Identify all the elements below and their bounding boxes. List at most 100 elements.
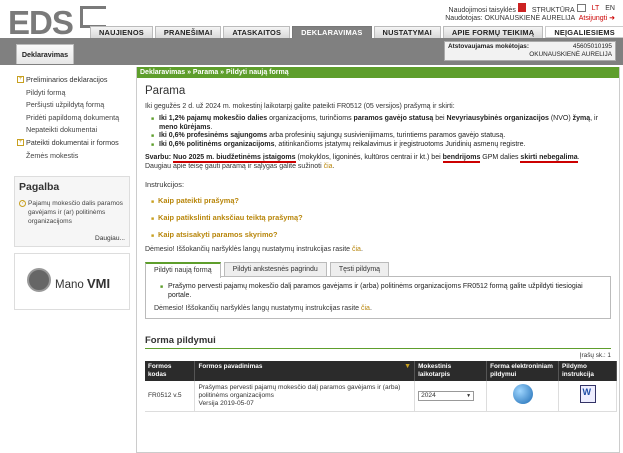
form-tabs: Pildyti naują formą Pildyti ankstesnės p… <box>145 262 611 279</box>
panel-list: Prašymo pervesti pajamų mokesčio dalį pa… <box>154 283 602 300</box>
user-label: Naudotojas: OKUNAUSKIENĖ AURELIJA <box>445 15 575 22</box>
help-item-label[interactable]: Pajamų mokesčio dalis paramos gavėjams i… <box>28 200 123 225</box>
tab-deklaravimas[interactable]: DEKLARAVIMAS <box>292 26 372 38</box>
attention-text: Dėmesio! Iššokančių naršyklės langų nust… <box>145 246 352 254</box>
help-more-link[interactable]: Daugiau... <box>95 235 125 242</box>
rules-link[interactable]: Naudojimosi taisyklės <box>449 3 526 14</box>
table-row: FR0512 v.5 Prašymas pervesti pajamų moke… <box>145 380 617 412</box>
form-tab-panel: Prašymo pervesti pajamų mokesčio dalį pa… <box>145 277 611 319</box>
tab-pranesimai[interactable]: PRANEŠIMAI <box>154 26 222 38</box>
col-code[interactable]: Formos kodas <box>145 360 196 381</box>
sort-icon[interactable]: ▼ <box>404 363 411 371</box>
vmi-prefix: Mano <box>55 279 84 292</box>
help-box: Pagalba ? Pajamų mokesčio dalis paramos g… <box>14 176 130 248</box>
tab-neigaliesiems[interactable]: NEĮGALIESIEMS <box>545 26 623 38</box>
col-period[interactable]: Mokestinis laikotarpis <box>414 360 488 381</box>
list-item: Iki 0,6% politinėms organizacijoms, atit… <box>151 141 611 150</box>
main-nav: NAUJIENOS PRANEŠIMAI ATASKAITOS DEKLARAV… <box>90 26 623 38</box>
more-info-link[interactable]: čia <box>324 163 333 170</box>
lang-en[interactable]: EN <box>605 5 615 12</box>
help-title: Pagalba <box>19 181 60 194</box>
vmi-logo-icon <box>27 268 51 293</box>
mano-vmi-banner[interactable]: Mano VMI <box>14 253 130 311</box>
breadcrumb: Deklaravimas » Parama » Pildyti naują fo… <box>137 67 619 78</box>
sidebar-item-label[interactable]: Pateikti dokumentai ir formos <box>26 138 119 147</box>
sidebar-item-pateikti[interactable]: + Pateikti dokumentai ir formos <box>14 137 130 150</box>
instructions-list: Kaip pateikti prašymą? Kaip patikslinti … <box>145 193 611 244</box>
vmi-suffix: VMI <box>86 276 111 292</box>
important-end: . <box>577 154 580 162</box>
panel-attention-link[interactable]: čia <box>361 305 370 312</box>
important-mid: (mokyklos, ligoninės, kultūros centrai i… <box>295 154 443 162</box>
forms-table: Formos kodas Formos pavadinimas ▼ Mokesti… <box>145 360 617 412</box>
cell-name: Prašymas pervesti pajamų mokesčio dalį p… <box>194 380 416 412</box>
logout-icon[interactable]: ➜ <box>609 15 615 22</box>
subtab-deklaravimas[interactable]: Deklaravimas <box>16 44 74 64</box>
sidebar-item-label[interactable]: Preliminarios deklaracijos <box>26 75 108 84</box>
represented-payer-box: Atstovaujamas mokėtojas: 45605010195 OKU… <box>444 41 616 61</box>
question-icon: ? <box>19 200 26 208</box>
attention-link[interactable]: čia <box>352 246 361 253</box>
tab-continue[interactable]: Tęsti pildymą <box>329 262 390 277</box>
logout-link[interactable]: Atsijungti <box>579 15 607 22</box>
sidebar-item-nepateikti[interactable]: Nepateikti dokumentai <box>14 124 130 137</box>
attention-note: Dėmesio! Iššokančių naršyklės langų nust… <box>145 246 363 254</box>
plus-icon[interactable]: + <box>17 76 24 83</box>
tab-previous-based[interactable]: Pildyti ankstesnės pagrindu <box>223 262 327 277</box>
col-eform[interactable]: Forma elektroniniam pildymui <box>486 360 559 381</box>
sidebar-item-pildyti[interactable]: Pildyti formą <box>14 87 130 100</box>
col-name[interactable]: Formos pavadinimas ▼ <box>194 360 416 381</box>
tab-nustatymai[interactable]: NUSTATYMAI <box>373 26 441 38</box>
pdf-icon[interactable] <box>517 3 526 12</box>
cell-code: FR0512 v.5 <box>145 380 196 412</box>
important-mid2: GPM dalies <box>480 154 521 162</box>
grid-icon[interactable] <box>576 3 586 12</box>
sidebar-item-persiusti[interactable]: Peršiųsti užpildytą formą <box>14 99 130 112</box>
record-count: Įrašų sk.: 1 <box>579 351 611 359</box>
globe-icon[interactable] <box>512 384 533 405</box>
list-item: Iki 0,6% profesinėms sąjungoms arba prof… <box>151 132 611 141</box>
represented-name: OKUNAUSKIENĖ AURELIJA <box>529 51 612 58</box>
plus-icon[interactable]: + <box>17 138 24 146</box>
panel-text: Prašymo pervesti pajamų mokesčio dalį pa… <box>160 283 602 300</box>
panel-attention: Dėmesio! Iššokančių naršyklės langų nust… <box>154 304 372 312</box>
rules-link-label[interactable]: Naudojimosi taisyklės <box>449 7 516 14</box>
more-info-text: Daugiau apie teisę gauti paramą ir sąlyg… <box>145 163 324 171</box>
sidebar-item-preliminarios[interactable]: + Preliminarios deklaracijos <box>14 74 130 87</box>
cell-version: Versija 2019-05-07 <box>198 399 254 407</box>
col-instruction[interactable]: Pildymo instrukcija <box>558 360 617 381</box>
panel-attention-text: Dėmesio! Iššokančių naršyklės langų nust… <box>154 304 361 312</box>
instruction-link-submit[interactable]: Kaip pateikti prašymą? <box>151 193 611 210</box>
important-u2: bendrijoms <box>442 154 481 164</box>
tab-naujienos[interactable]: NAUJIENOS <box>90 26 153 38</box>
word-doc-icon[interactable] <box>579 385 596 404</box>
structure-link[interactable]: STRUKTŪRA <box>532 3 586 14</box>
cell-instruction <box>558 380 617 412</box>
bullet-list: Iki 1,2% pajamų mokesčio dalies organiza… <box>145 115 611 149</box>
section-divider <box>145 347 611 349</box>
instruction-link-cancel[interactable]: Kaip atsisakyti paramos skyrimo? <box>151 227 611 244</box>
instruction-link-correct[interactable]: Kaip patikslinti anksčiau teiktą prašymą… <box>151 210 611 227</box>
represented-label: Atstovaujamas mokėtojas: <box>448 43 529 50</box>
cell-eform <box>486 380 559 412</box>
structure-label[interactable]: STRUKTŪRA <box>532 7 575 14</box>
sidebar-menu: + Preliminarios deklaracijos Pildyti form… <box>14 74 130 162</box>
represented-code: 45605010195 <box>572 43 612 50</box>
sidebar-item-zemes[interactable]: Žemės mokestis <box>14 150 130 163</box>
tab-apie-formu-teikima[interactable]: APIE FORMŲ TEIKIMĄ <box>442 26 544 38</box>
tab-new-form[interactable]: Pildyti naują formą <box>145 262 221 279</box>
col-name-label[interactable]: Formos pavadinimas <box>198 363 262 370</box>
help-item[interactable]: ? Pajamų mokesčio dalis paramos gavėjams … <box>19 199 125 226</box>
instructions-title: Instrukcijos: <box>145 180 185 190</box>
eds-logo[interactable]: EDS <box>8 4 74 42</box>
page-title: Parama <box>145 85 186 97</box>
tab-ataskaitos[interactable]: ATASKAITOS <box>223 26 291 38</box>
sidebar-item-prideti[interactable]: Pridėti papildomą dokumentą <box>14 112 130 125</box>
intro-text: Iki gegužės 2 d. už 2024 m. mokestinį la… <box>145 103 455 110</box>
logo-mark <box>80 6 106 28</box>
period-select[interactable]: 2024 <box>418 390 475 401</box>
more-info: Daugiau apie teisę gauti paramą ir sąlyg… <box>145 163 335 171</box>
cell-name-text: Prašymas pervesti pajamų mokesčio dalį p… <box>198 383 401 399</box>
lang-lt[interactable]: LT <box>592 5 600 12</box>
section-title: Forma pildymui <box>145 334 216 346</box>
